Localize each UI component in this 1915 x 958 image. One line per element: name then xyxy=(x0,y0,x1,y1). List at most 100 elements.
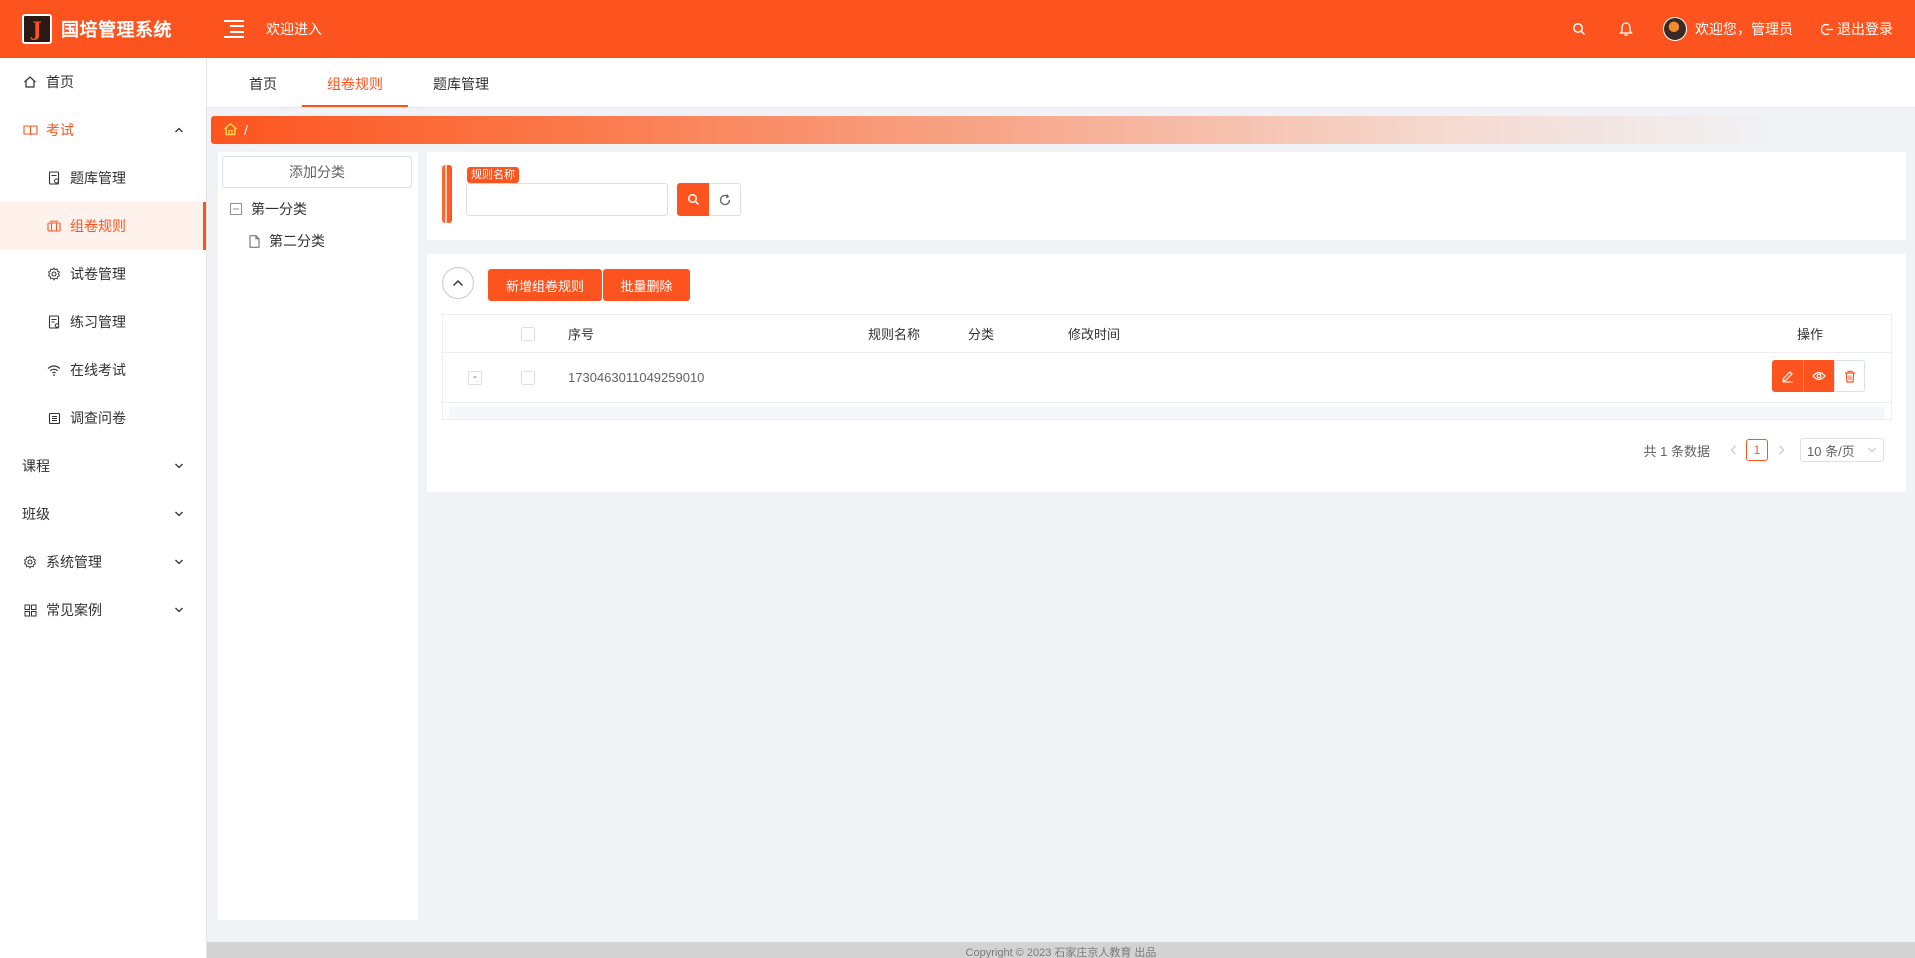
tree-node-second[interactable]: 第二分类 xyxy=(247,231,325,251)
sidebar-item-label: 组卷规则 xyxy=(70,218,126,234)
rules-table: 序号 规则名称 分类 修改时间 操作 - 1730463011049259010 xyxy=(442,314,1892,420)
book-icon xyxy=(22,122,38,138)
collapse-square-icon[interactable] xyxy=(229,202,243,216)
sidebar-item-label: 课程 xyxy=(22,458,50,474)
edit-button[interactable] xyxy=(1772,360,1803,392)
sidebar-item-cases[interactable]: 常见案例 xyxy=(0,586,206,634)
grid-icon xyxy=(22,602,38,618)
avatar[interactable] xyxy=(1663,17,1687,41)
page-tabs: 首页 组卷规则 题库管理 xyxy=(207,58,1915,108)
search-button[interactable] xyxy=(677,183,709,216)
sidebar-item-label: 首页 xyxy=(46,74,74,90)
gear-icon xyxy=(22,554,38,570)
row-index: 1730463011049259010 xyxy=(568,370,705,385)
breadcrumb-separator: / xyxy=(244,122,248,138)
page-size-value: 10 条/页 xyxy=(1807,443,1855,459)
chevron-down-icon xyxy=(172,555,186,569)
col-modified-time: 修改时间 xyxy=(1068,327,1121,342)
rule-name-input[interactable] xyxy=(466,183,668,216)
tree-node-first[interactable]: 第一分类 xyxy=(229,199,307,219)
tab-paper-rules[interactable]: 组卷规则 xyxy=(302,63,408,107)
refresh-icon xyxy=(719,193,730,205)
sidebar-item-question-bank[interactable]: 题库管理 xyxy=(0,154,206,202)
logo-mark: J xyxy=(22,14,52,44)
view-button[interactable] xyxy=(1803,360,1834,392)
sidebar-item-class[interactable]: 班级 xyxy=(0,490,206,538)
chevron-down-icon xyxy=(172,603,186,617)
sidebar-item-label: 系统管理 xyxy=(46,554,102,570)
sidebar-item-label: 考试 xyxy=(46,122,74,138)
logout-icon xyxy=(1821,23,1833,35)
row-checkbox[interactable] xyxy=(521,353,535,402)
sidebar-item-survey[interactable]: 调查问卷 xyxy=(0,394,206,442)
user-greeting[interactable]: 欢迎您，管理员 xyxy=(1695,19,1793,39)
table-header: 序号 规则名称 分类 修改时间 操作 xyxy=(443,315,1891,353)
breadcrumb: / xyxy=(211,116,1915,144)
logo: J 国培管理系统 xyxy=(0,0,208,58)
gear-icon xyxy=(46,266,62,282)
search-icon xyxy=(687,193,699,206)
chevron-up-icon xyxy=(172,123,186,137)
sidebar-item-home[interactable]: 首页 xyxy=(0,58,206,106)
sidebar-item-online-exam[interactable]: 在线考试 xyxy=(0,346,206,394)
search-panel: 规则名称 xyxy=(427,152,1906,240)
paper-stack-icon xyxy=(46,218,62,234)
home-icon[interactable] xyxy=(223,122,238,139)
tab-home[interactable]: 首页 xyxy=(224,63,302,107)
wifi-icon xyxy=(46,362,62,378)
add-category-button[interactable]: 添加分类 xyxy=(222,156,412,188)
bell-icon[interactable] xyxy=(1616,19,1636,39)
col-rule-name: 规则名称 xyxy=(868,327,921,342)
search-icon[interactable] xyxy=(1569,19,1589,39)
sidebar-item-system[interactable]: 系统管理 xyxy=(0,538,206,586)
sidebar-item-label: 练习管理 xyxy=(70,314,126,330)
eye-icon xyxy=(1812,371,1826,381)
sidebar-item-exam[interactable]: 考试 xyxy=(0,106,206,154)
logout-label: 退出登录 xyxy=(1837,21,1893,37)
rule-name-label: 规则名称 xyxy=(467,167,519,183)
add-rule-button[interactable]: 新增组卷规则 xyxy=(488,269,602,301)
page-size-select[interactable]: 10 条/页 xyxy=(1800,438,1884,462)
survey-icon xyxy=(46,410,62,426)
home-icon xyxy=(22,74,38,90)
sidebar-item-label: 常见案例 xyxy=(46,602,102,618)
sidebar-item-course[interactable]: 课程 xyxy=(0,442,206,490)
batch-delete-button[interactable]: 批量删除 xyxy=(603,269,690,301)
toggle-search-button[interactable] xyxy=(442,267,474,299)
row-expand-toggle[interactable]: - xyxy=(468,353,482,402)
next-page-icon[interactable] xyxy=(1774,443,1788,457)
top-header: J 国培管理系统 欢迎进入 欢迎您，管理员 退出登录 xyxy=(0,0,1915,58)
sidebar-item-label: 在线考试 xyxy=(70,362,126,378)
col-index: 序号 xyxy=(568,327,595,342)
sidebar: 首页 考试 题库管理 组卷规则 试卷管理 练习管理 在线考试 调查问卷 课程 班… xyxy=(0,58,207,958)
search-accent-bar xyxy=(442,165,452,223)
pagination-total: 共 1 条数据 xyxy=(1643,443,1710,459)
logout-button[interactable]: 退出登录 xyxy=(1821,19,1893,39)
table-scrollbar[interactable] xyxy=(449,407,1885,419)
reset-button[interactable] xyxy=(709,183,741,216)
sidebar-item-label: 调查问卷 xyxy=(70,410,126,426)
col-category: 分类 xyxy=(968,327,995,342)
chevron-down-icon xyxy=(172,507,186,521)
sidebar-item-paper-manage[interactable]: 试卷管理 xyxy=(0,250,206,298)
tree-node-label: 第二分类 xyxy=(269,233,325,249)
table-row: - 1730463011049259010 xyxy=(443,353,1891,403)
sidebar-item-practice[interactable]: 练习管理 xyxy=(0,298,206,346)
sidebar-item-label: 试卷管理 xyxy=(70,266,126,282)
sidebar-item-paper-rules[interactable]: 组卷规则 xyxy=(0,202,206,250)
delete-button[interactable] xyxy=(1834,360,1865,392)
footer: Copyright © 2023 石家庄京人教育 出品 xyxy=(207,942,1915,958)
menu-collapse-icon[interactable] xyxy=(224,18,246,40)
trash-icon xyxy=(1844,370,1855,383)
category-tree-panel: 添加分类 第一分类 第二分类 xyxy=(218,152,418,920)
select-all-checkbox[interactable] xyxy=(521,315,535,352)
tab-question-bank[interactable]: 题库管理 xyxy=(408,63,514,107)
app-title: 国培管理系统 xyxy=(61,20,172,40)
chevron-down-icon xyxy=(172,459,186,473)
row-actions xyxy=(1772,360,1865,392)
page-number[interactable]: 1 xyxy=(1746,439,1768,461)
sidebar-item-label: 题库管理 xyxy=(70,170,126,186)
prev-page-icon[interactable] xyxy=(1726,443,1740,457)
welcome-text: 欢迎进入 xyxy=(266,21,322,37)
sidebar-item-label: 班级 xyxy=(22,506,50,522)
